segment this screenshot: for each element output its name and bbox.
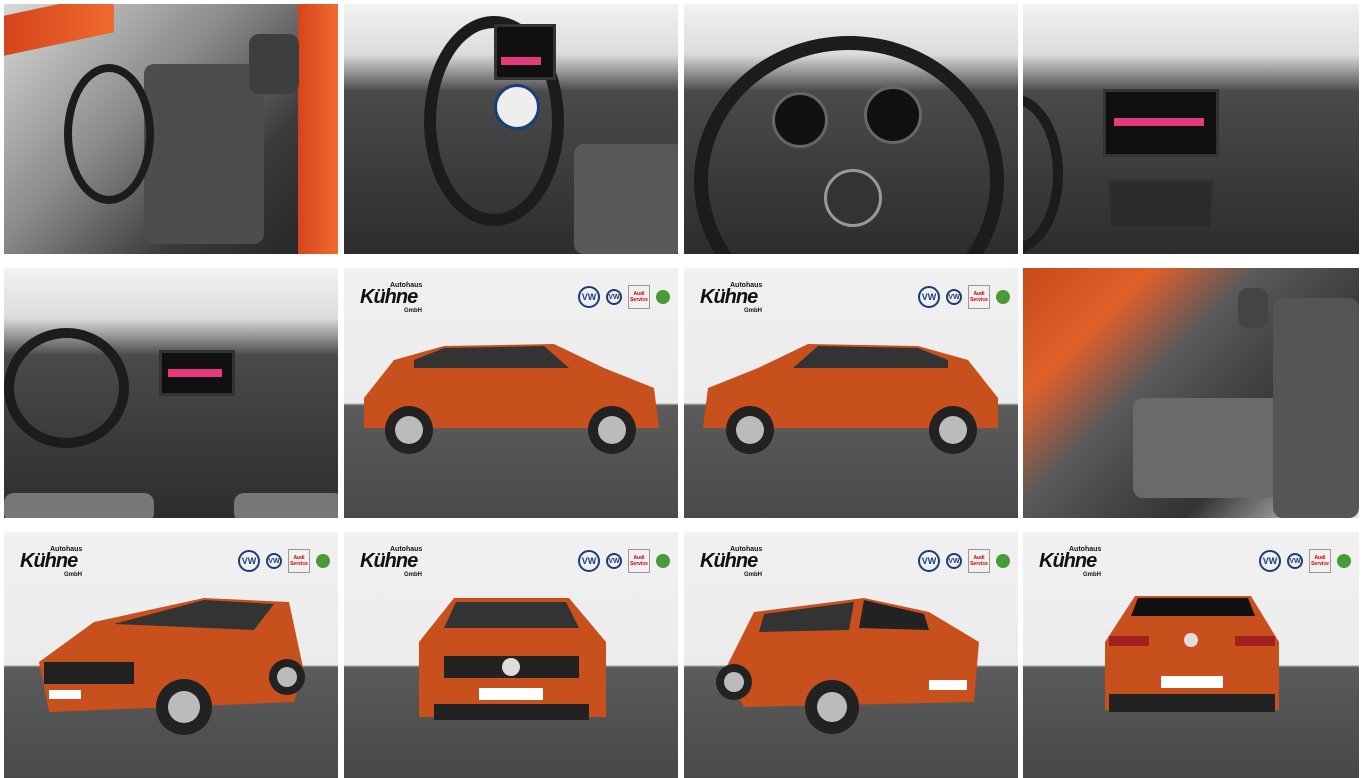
photo-exterior-rear-three-quarter[interactable]: Autohaus Kühne GmbH VW VW Audi Service <box>684 532 1018 778</box>
photo-interior-cockpit[interactable] <box>684 4 1018 254</box>
photo-interior-rear-seats[interactable] <box>1023 268 1359 518</box>
car-rear-three-quarter-icon <box>716 598 979 734</box>
photo-interior-dashboard[interactable] <box>4 268 338 518</box>
photo-gallery: Autohaus Kühne GmbH VW VW Audi Service A… <box>0 0 1365 778</box>
photo-exterior-side-right[interactable]: Autohaus Kühne GmbH VW VW Audi Service <box>344 268 678 518</box>
car-side-left-icon <box>703 344 998 454</box>
photo-interior-infotainment[interactable] <box>1023 4 1359 254</box>
photo-interior-steering-wheel[interactable] <box>344 4 678 254</box>
car-rear-icon <box>1105 596 1279 712</box>
photo-exterior-front[interactable]: Autohaus Kühne GmbH VW VW Audi Service <box>344 532 678 778</box>
car-side-right-icon <box>364 344 659 454</box>
photo-interior-front-door[interactable] <box>4 4 338 254</box>
photo-exterior-side-left[interactable]: Autohaus Kühne GmbH VW VW Audi Service <box>684 268 1018 518</box>
photo-exterior-front-three-quarter[interactable]: Autohaus Kühne GmbH VW VW Audi Service <box>4 532 338 778</box>
car-front-three-quarter-icon <box>39 598 305 735</box>
photo-exterior-rear[interactable]: Autohaus Kühne GmbH VW VW Audi Service <box>1023 532 1359 778</box>
car-front-icon <box>419 598 606 720</box>
